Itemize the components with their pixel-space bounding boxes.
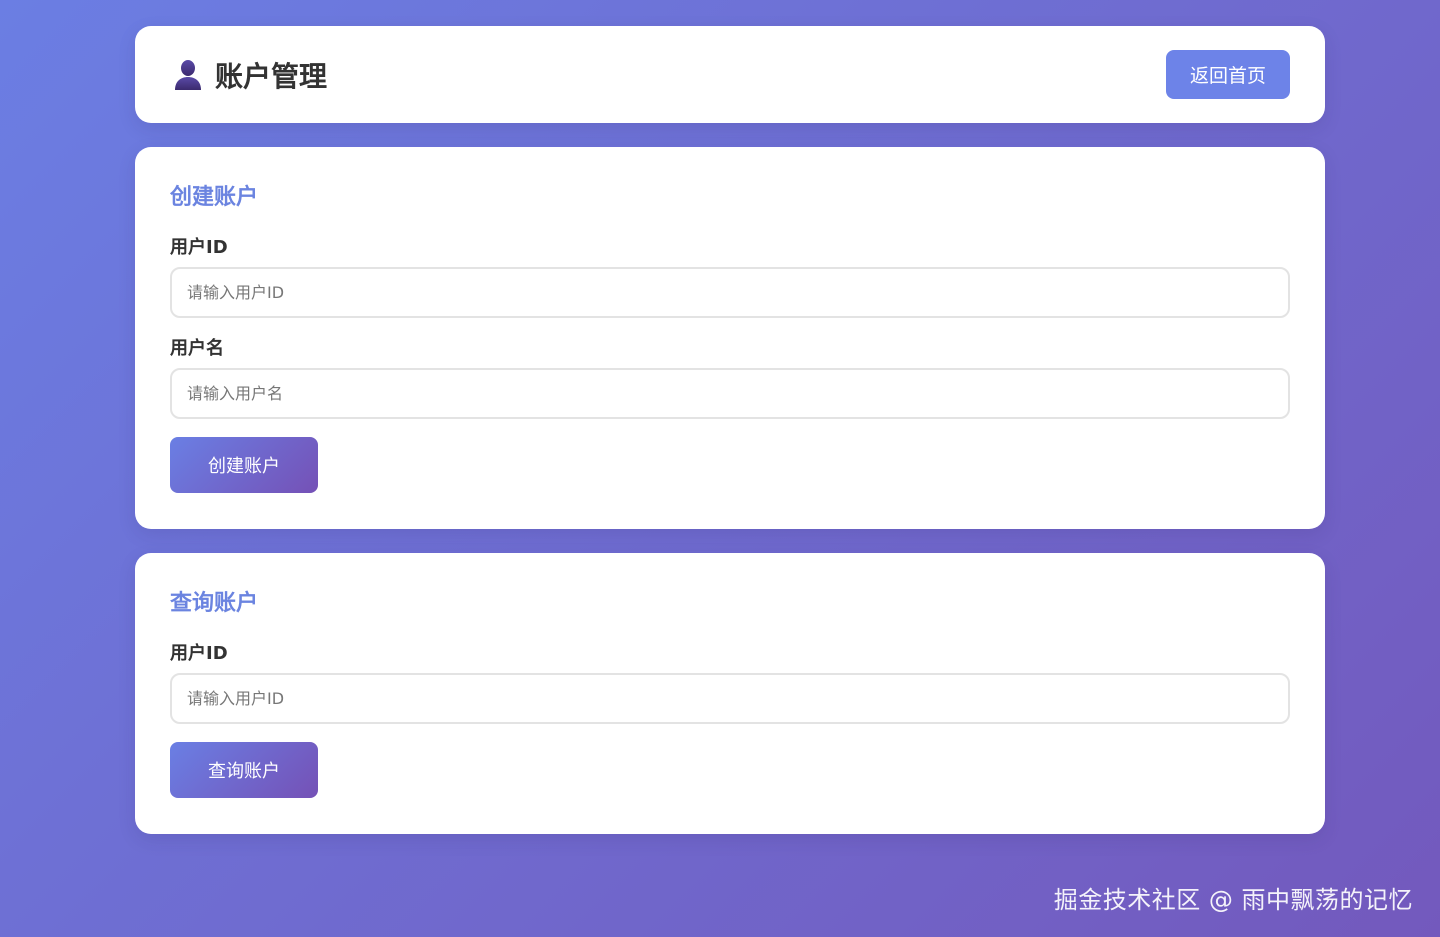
query-account-card: 查询账户 用户ID 查询账户 xyxy=(135,553,1325,834)
query-user-id-label: 用户ID xyxy=(170,643,228,664)
create-user-id-label: 用户ID xyxy=(170,237,228,258)
watermark: 掘金技术社区 @ 雨中飘荡的记忆 xyxy=(1053,886,1413,914)
page-container: 账户管理 返回首页 创建账户 用户ID 用户名 创建账户 查询账户 用户ID 查… xyxy=(135,26,1325,834)
page-title: 账户管理 xyxy=(215,59,328,93)
create-user-id-input[interactable] xyxy=(170,267,1290,318)
create-username-input[interactable] xyxy=(170,368,1290,419)
header-card: 账户管理 返回首页 xyxy=(135,26,1325,123)
create-username-label: 用户名 xyxy=(170,338,224,359)
query-account-button[interactable]: 查询账户 xyxy=(170,742,318,798)
create-account-title: 创建账户 xyxy=(170,185,259,210)
query-user-id-input[interactable] xyxy=(170,673,1290,724)
header-title-group: 账户管理 xyxy=(173,55,327,95)
create-account-card: 创建账户 用户ID 用户名 创建账户 xyxy=(135,147,1325,529)
user-icon xyxy=(173,59,203,91)
query-account-title: 查询账户 xyxy=(170,591,259,616)
back-home-button[interactable]: 返回首页 xyxy=(1166,50,1290,99)
create-account-button[interactable]: 创建账户 xyxy=(170,437,318,493)
